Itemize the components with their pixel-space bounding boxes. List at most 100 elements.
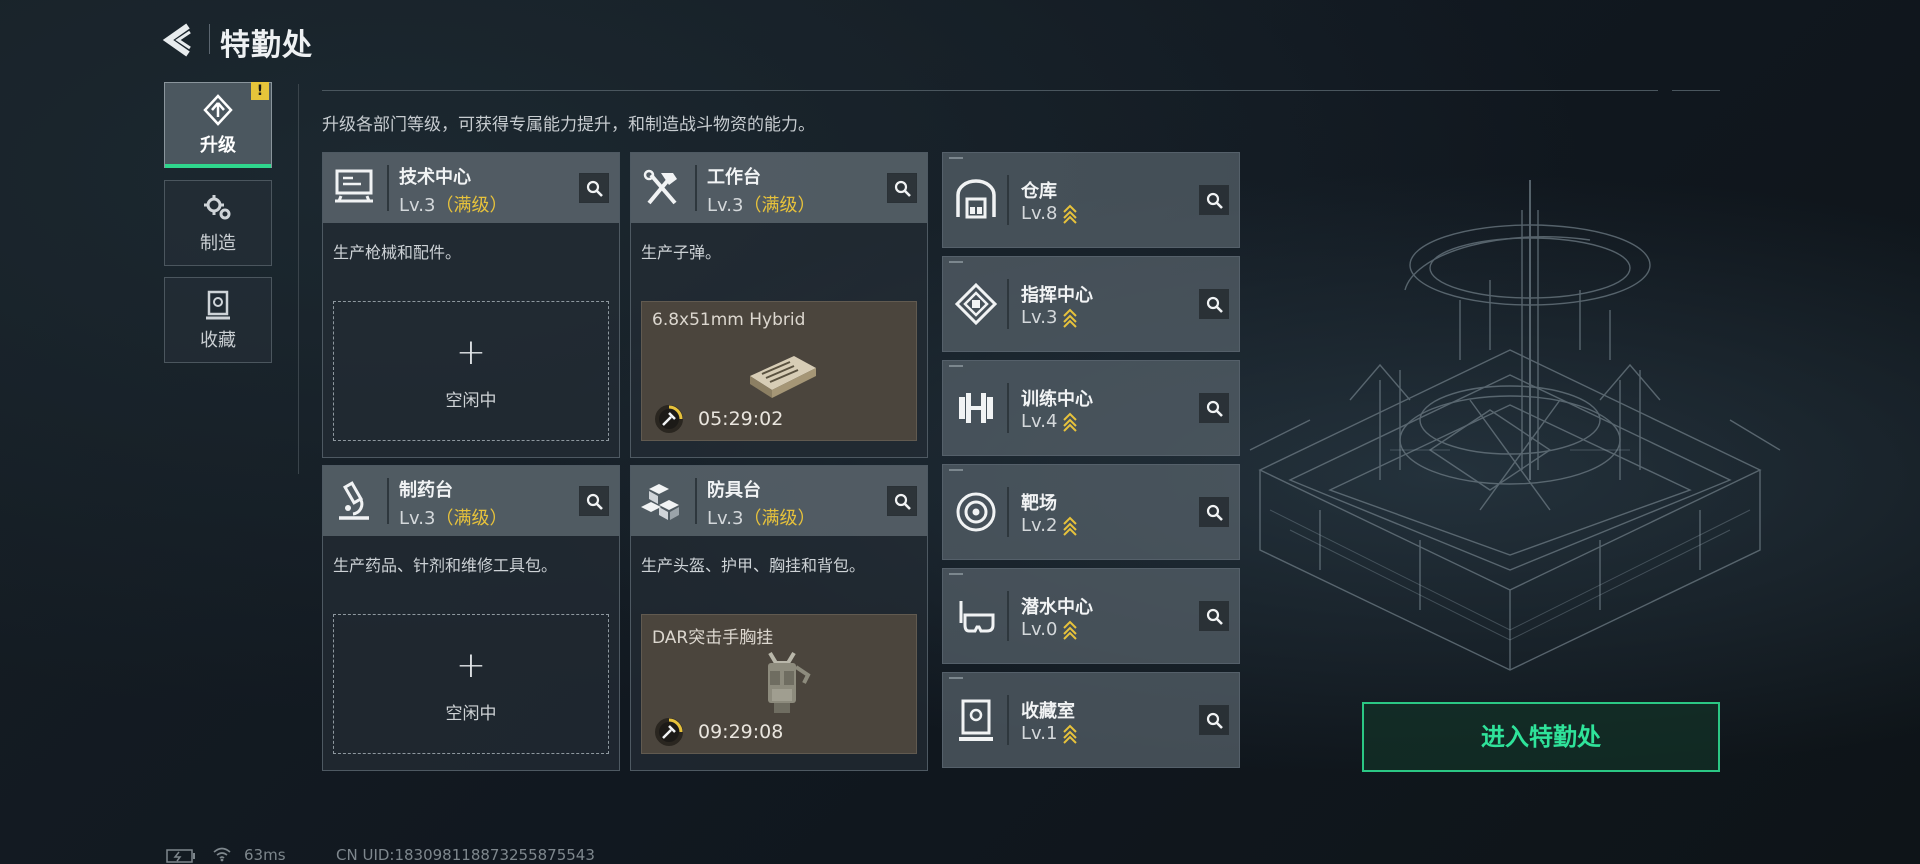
production-slot[interactable]: 6.8x51mm Hybrid 05:29:02 [641, 301, 917, 441]
inspect-button[interactable] [1199, 393, 1229, 423]
collection-icon [206, 290, 230, 320]
card-separator [695, 165, 697, 211]
card-description: 生产枪械和配件。 [333, 243, 462, 262]
facility-training-center[interactable]: 训练中心 Lv.4 [942, 360, 1240, 456]
back-arrow-icon [162, 23, 191, 57]
card-level: Lv.3（满级） [707, 504, 815, 530]
production-timer: 09:29:08 [698, 721, 784, 743]
inspect-button[interactable] [1199, 289, 1229, 319]
nav-upgrade-label: 升级 [200, 135, 236, 156]
facility-level: Lv.2 [1021, 515, 1078, 536]
search-icon [586, 180, 603, 197]
inspect-button[interactable] [579, 486, 609, 516]
card-separator [1007, 175, 1009, 225]
card-separator [1007, 383, 1009, 433]
facility-name: 收藏室 [1021, 701, 1075, 722]
facility-level: Lv.4 [1021, 411, 1078, 432]
computer-icon [335, 169, 373, 203]
card-name: 制药台 [399, 480, 453, 501]
upgrade-chevron-icon [1063, 724, 1078, 744]
upgrade-chevron-icon [1063, 620, 1078, 640]
search-icon [1206, 400, 1223, 417]
card-pharmacy[interactable]: 制药台 Lv.3（满级） 生产药品、针剂和维修工具包。 + 空闲中 [322, 465, 620, 771]
facility-warehouse[interactable]: 仓库 Lv.8 [942, 152, 1240, 248]
inspect-button[interactable] [887, 486, 917, 516]
tools-icon [643, 169, 677, 205]
production-slot[interactable]: DAR突击手胸挂 09:29:08 [641, 614, 917, 754]
nav-craft[interactable]: 制造 [164, 180, 272, 266]
search-icon [894, 180, 911, 197]
dumbbell-icon [959, 393, 993, 423]
battery-icon [166, 849, 195, 863]
enter-button[interactable]: 进入特勤处 [1362, 702, 1720, 772]
nav-upgrade[interactable]: 升级 ! [164, 82, 272, 168]
add-icon: + [455, 645, 487, 686]
inspect-button[interactable] [579, 173, 609, 203]
production-item-name: 6.8x51mm Hybrid [652, 310, 806, 330]
level-value: Lv.0 [1021, 619, 1058, 640]
search-icon [1206, 192, 1223, 209]
idle-slot[interactable]: + 空闲中 [333, 614, 609, 754]
card-separator [387, 165, 389, 211]
base-wireframe-illustration [1249, 180, 1781, 671]
upgrade-chevron-icon [1063, 204, 1078, 224]
card-workbench[interactable]: 工作台 Lv.3（满级） 生产子弹。 6.8x51mm Hybrid 05:29… [630, 152, 928, 458]
display-case-icon [959, 699, 993, 741]
card-header: 工作台 Lv.3（满级） [631, 153, 927, 223]
inspect-button[interactable] [887, 173, 917, 203]
page-title: 特勤处 [220, 28, 313, 63]
gears-icon [204, 195, 231, 220]
facility-name: 仓库 [1021, 181, 1057, 202]
max-level-tag: （满级） [435, 195, 508, 216]
ping-indicator: 63ms [244, 846, 286, 864]
production-timer: 05:29:02 [698, 408, 784, 430]
nav-divider [298, 84, 299, 474]
title-separator [209, 24, 210, 54]
card-header: 技术中心 Lv.3（满级） [323, 153, 619, 223]
card-name: 技术中心 [399, 167, 471, 188]
card-description: 生产子弹。 [641, 243, 722, 262]
level-value: Lv.4 [1021, 411, 1058, 432]
nav-collection[interactable]: 收藏 [164, 277, 272, 363]
facility-level: Lv.1 [1021, 723, 1078, 744]
level-value: Lv.3 [707, 508, 744, 529]
idle-slot[interactable]: + 空闲中 [333, 301, 609, 441]
inspect-button[interactable] [1199, 185, 1229, 215]
max-level-tag: （满级） [743, 195, 816, 216]
card-armor-bench[interactable]: 防具台 Lv.3（满级） 生产头盔、护甲、胸挂和背包。 DAR突击手胸挂 09:… [630, 465, 928, 771]
upgrade-chevron-icon [1063, 516, 1078, 536]
idle-label: 空闲中 [445, 704, 497, 724]
level-value: Lv.3 [707, 195, 744, 216]
search-icon [1206, 504, 1223, 521]
card-name: 工作台 [707, 167, 761, 188]
facility-command-center[interactable]: 指挥中心 Lv.3 [942, 256, 1240, 352]
max-level-tag: （满级） [435, 508, 508, 529]
inspect-button[interactable] [1199, 601, 1229, 631]
facility-diving-center[interactable]: 潜水中心 Lv.0 [942, 568, 1240, 664]
card-level: Lv.3（满级） [707, 191, 815, 217]
card-tech-center[interactable]: 技术中心 Lv.3（满级） 生产枪械和配件。 + 空闲中 [322, 152, 620, 458]
idle-label: 空闲中 [445, 391, 497, 411]
search-icon [1206, 608, 1223, 625]
facility-level: Lv.3 [1021, 307, 1078, 328]
facility-collection-room[interactable]: 收藏室 Lv.1 [942, 672, 1240, 768]
microscope-icon [339, 481, 369, 520]
upgrade-chevron-icon [1063, 308, 1078, 328]
level-value: Lv.3 [399, 508, 436, 529]
card-level: Lv.3（满级） [399, 504, 507, 530]
facility-shooting-range[interactable]: 靶场 Lv.2 [942, 464, 1240, 560]
level-value: Lv.1 [1021, 723, 1058, 744]
facility-level: Lv.0 [1021, 619, 1078, 640]
inspect-button[interactable] [1199, 497, 1229, 527]
card-name: 防具台 [707, 480, 761, 501]
facility-name: 潜水中心 [1021, 597, 1093, 618]
facility-name: 靶场 [1021, 493, 1057, 514]
facility-name: 指挥中心 [1021, 285, 1093, 306]
card-description: 生产药品、针剂和维修工具包。 [333, 556, 558, 575]
back-button[interactable] [160, 18, 204, 62]
search-icon [894, 493, 911, 510]
add-icon: + [455, 332, 487, 373]
ammo-box-image [750, 356, 816, 398]
inspect-button[interactable] [1199, 705, 1229, 735]
level-value: Lv.3 [399, 195, 436, 216]
